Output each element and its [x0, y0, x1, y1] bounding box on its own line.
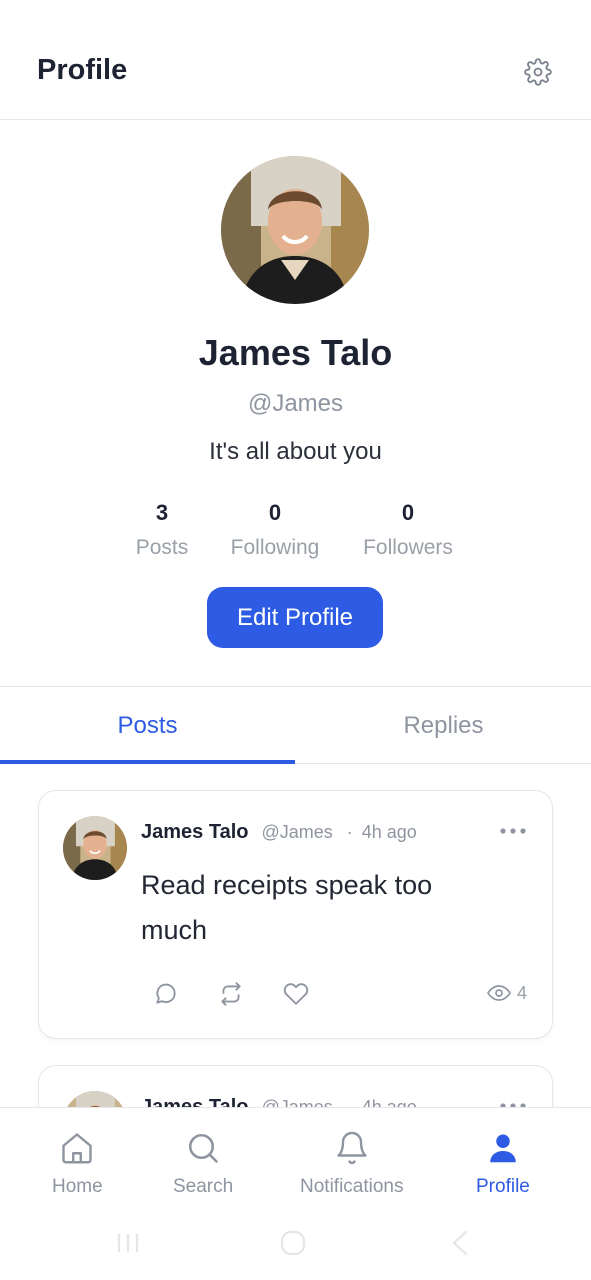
- bell-icon: [337, 1131, 367, 1165]
- post-avatar[interactable]: [63, 816, 127, 880]
- profile-tabs: Posts Replies: [0, 688, 591, 764]
- eye-icon: [487, 985, 511, 1001]
- post-more-button[interactable]: [497, 818, 529, 844]
- gear-icon: [524, 58, 552, 86]
- stat-followers-value: 0: [401, 500, 415, 525]
- stat-following-value: 0: [268, 500, 282, 525]
- nav-notifications[interactable]: Notifications: [300, 1130, 404, 1198]
- profile-bio: It's all about you: [209, 438, 382, 465]
- settings-button[interactable]: [520, 54, 556, 90]
- nav-home-label: Home: [52, 1176, 103, 1197]
- profile-handle: @James: [247, 390, 344, 417]
- profile-avatar[interactable]: [221, 156, 369, 304]
- tab-replies[interactable]: Replies: [296, 688, 591, 764]
- more-horizontal-icon: [500, 828, 526, 834]
- stat-followers[interactable]: 0 Followers: [338, 500, 478, 560]
- heart-icon: [283, 983, 309, 1005]
- user-icon: [490, 1134, 516, 1163]
- page-title: Profile: [37, 54, 128, 86]
- comment-icon: [156, 983, 176, 1004]
- reply-button[interactable]: [151, 979, 181, 1009]
- repost-button[interactable]: [216, 979, 246, 1009]
- system-home-button[interactable]: [278, 1228, 308, 1258]
- like-button[interactable]: [281, 979, 311, 1009]
- meta-separator: ·: [346, 822, 353, 842]
- post-author[interactable]: James Talo: [141, 821, 248, 844]
- stat-following-label: Following: [230, 536, 320, 559]
- recent-apps-button[interactable]: [113, 1228, 143, 1258]
- post-time: 4h ago: [361, 822, 417, 842]
- recent-apps-icon: [117, 1234, 139, 1252]
- repost-icon: [221, 982, 241, 1006]
- post-handle[interactable]: @James: [261, 822, 332, 843]
- system-navigation-bar: [0, 1212, 591, 1272]
- post-meta: James Talo @James · 4h ago: [141, 821, 417, 844]
- active-tab-indicator: [0, 760, 295, 764]
- app-header: Profile: [0, 0, 591, 120]
- back-chevron-icon: [452, 1230, 468, 1256]
- search-icon: [189, 1133, 218, 1163]
- nav-profile-label: Profile: [476, 1176, 530, 1197]
- stat-followers-label: Followers: [363, 536, 453, 559]
- system-back-button[interactable]: [445, 1228, 475, 1258]
- profile-name: James Talo: [198, 332, 393, 373]
- post-views: 4: [487, 981, 527, 1005]
- views-count: 4: [517, 982, 528, 1003]
- post-text: Read receipts speak too much: [141, 870, 433, 945]
- nav-search-label: Search: [173, 1176, 234, 1197]
- circle-home-icon: [280, 1230, 306, 1256]
- edit-profile-button[interactable]: Edit Profile: [207, 587, 383, 648]
- stat-following[interactable]: 0 Following: [205, 500, 345, 560]
- tab-posts[interactable]: Posts: [0, 688, 295, 764]
- nav-notifications-label: Notifications: [300, 1176, 404, 1197]
- profile-section: James Talo @James It's all about you 3 P…: [0, 120, 591, 687]
- nav-search[interactable]: Search: [173, 1130, 233, 1198]
- home-icon: [62, 1133, 93, 1164]
- post-card[interactable]: James Talo @James · 4h ago Read receipts…: [38, 790, 553, 1039]
- nav-home[interactable]: Home: [52, 1130, 103, 1198]
- nav-profile[interactable]: Profile: [476, 1130, 530, 1198]
